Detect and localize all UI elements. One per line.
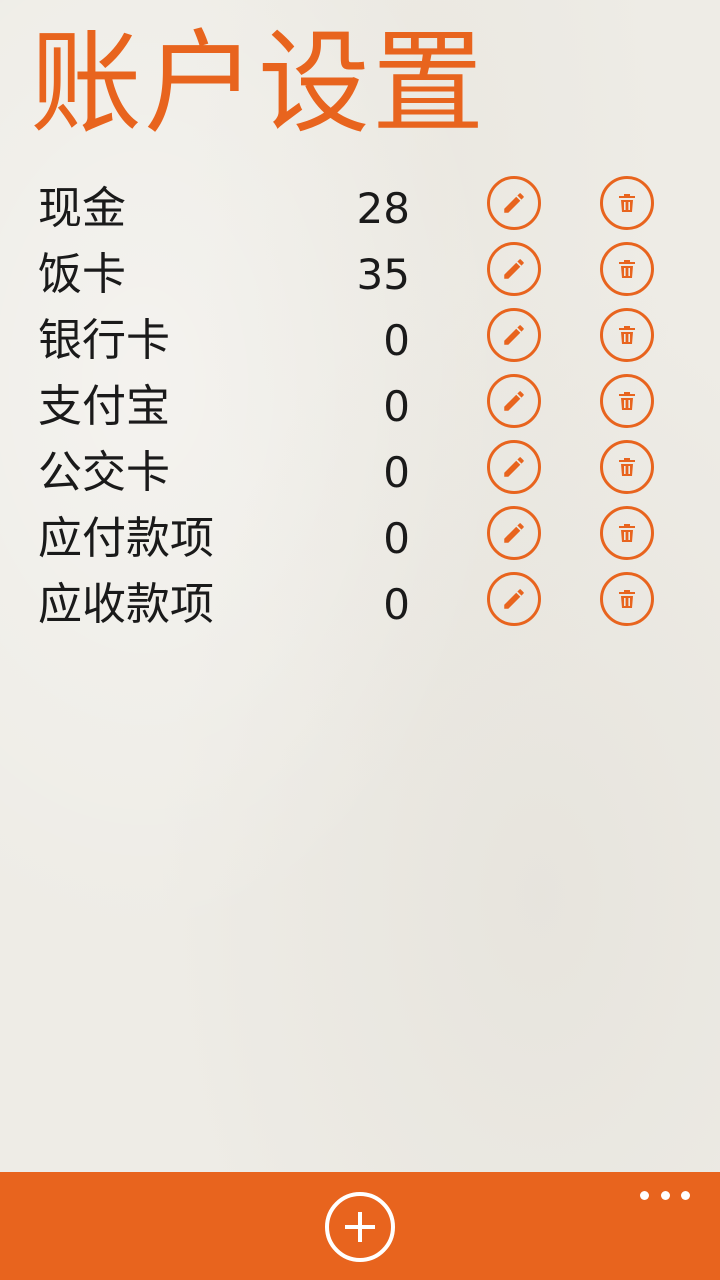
account-balance: 0 [383,580,410,629]
pencil-icon [504,523,524,543]
edit-account-button[interactable] [487,242,541,296]
edit-account-button[interactable] [487,374,541,428]
account-name: 饭卡 [38,249,126,300]
more-dots-icon [640,1190,649,1200]
trash-icon [619,260,635,278]
edit-account-button[interactable] [487,572,541,626]
account-row: 饭卡 35 [0,242,720,308]
delete-account-button[interactable] [600,308,654,362]
more-options-button[interactable] [640,1184,690,1206]
trash-icon [619,590,635,608]
account-balance: 0 [383,382,410,431]
account-name: 现金 [38,183,126,234]
account-name: 应收款项 [38,579,214,630]
account-row: 银行卡 0 [0,308,720,374]
add-account-button[interactable] [325,1192,395,1262]
account-row: 应收款项 0 [0,572,720,638]
plus-icon [345,1212,375,1242]
account-name: 公交卡 [38,447,170,498]
page-title: 账户设置 [30,19,486,149]
pencil-icon [504,457,524,477]
trash-icon [619,524,635,542]
pencil-icon [504,391,524,411]
trash-icon [619,458,635,476]
edit-account-button[interactable] [487,506,541,560]
edit-account-button[interactable] [487,440,541,494]
account-name: 支付宝 [38,381,170,432]
pencil-icon [504,193,524,213]
account-balance: 0 [383,514,410,563]
more-dots-icon [660,1190,670,1200]
account-row: 应付款项 0 [0,506,720,572]
delete-account-button[interactable] [600,506,654,560]
pencil-icon [504,259,524,279]
account-row: 公交卡 0 [0,440,720,506]
account-name: 应付款项 [38,513,214,564]
account-list: 现金 28 饭卡 35 银行卡 0 支付宝 0 公交卡 0 应付款项 0 应收款… [0,176,720,638]
edit-account-button[interactable] [487,308,541,362]
delete-account-button[interactable] [600,374,654,428]
delete-account-button[interactable] [600,440,654,494]
pencil-icon [504,325,524,345]
account-row: 现金 28 [0,176,720,242]
account-balance: 35 [356,250,410,299]
account-balance: 0 [383,316,410,365]
account-name: 银行卡 [38,315,170,366]
account-row: 支付宝 0 [0,374,720,440]
account-balance: 0 [383,448,410,497]
trash-icon [619,194,635,212]
trash-icon [619,326,635,344]
account-balance: 28 [356,184,410,233]
delete-account-button[interactable] [600,572,654,626]
delete-account-button[interactable] [600,242,654,296]
trash-icon [619,392,635,410]
pencil-icon [504,589,524,609]
edit-account-button[interactable] [487,176,541,230]
delete-account-button[interactable] [600,176,654,230]
app-bar [0,1172,720,1280]
more-dots-icon [681,1190,690,1200]
